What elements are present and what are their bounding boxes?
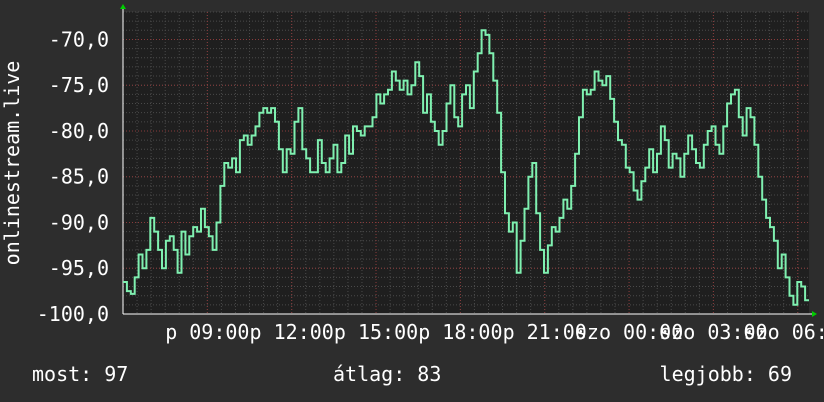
y-tick-labels: -100,0 -95,0 -90,0 -85,0 -80,0 -75,0 -70,0 (37, 27, 109, 326)
best-value-stat: legjobb: 69 (659, 362, 792, 386)
line-chart: -100,0 -95,0 -90,0 -85,0 -80,0 -75,0 -70,0 p 0… (0, 4, 824, 344)
chart-stage: -100,0 -95,0 -90,0 -85,0 -80,0 -75,0 -70,0 p 0… (0, 0, 824, 402)
y-axis-label: onlinestream.live (0, 61, 24, 266)
y-tick-label: -70,0 (49, 27, 109, 51)
y-tick-label: -80,0 (49, 119, 109, 143)
x-tick-labels: p 09:00 p 12:00 p 15:00 p 18:00 p 21:00szo 0… (165, 320, 824, 344)
x-tick-label: p 09:00 (165, 320, 249, 344)
average-value-stat: átlag: 83 (333, 362, 442, 386)
current-value-stat: most: 97 (32, 362, 129, 386)
y-tick-label: -85,0 (49, 165, 109, 189)
x-tick-label: p 18:00 (418, 320, 502, 344)
x-axis-arrow (812, 311, 817, 317)
y-axis-arrow (120, 4, 126, 9)
y-tick-label: -95,0 (49, 256, 109, 280)
x-tick-label: p 15:00 (334, 320, 418, 344)
y-tick-label: -100,0 (37, 302, 109, 326)
x-tick-label: szo 06:00 (744, 320, 824, 344)
y-tick-label: -75,0 (49, 73, 109, 97)
y-tick-label: -90,0 (49, 210, 109, 234)
x-tick-label: p 12:00 (250, 320, 334, 344)
